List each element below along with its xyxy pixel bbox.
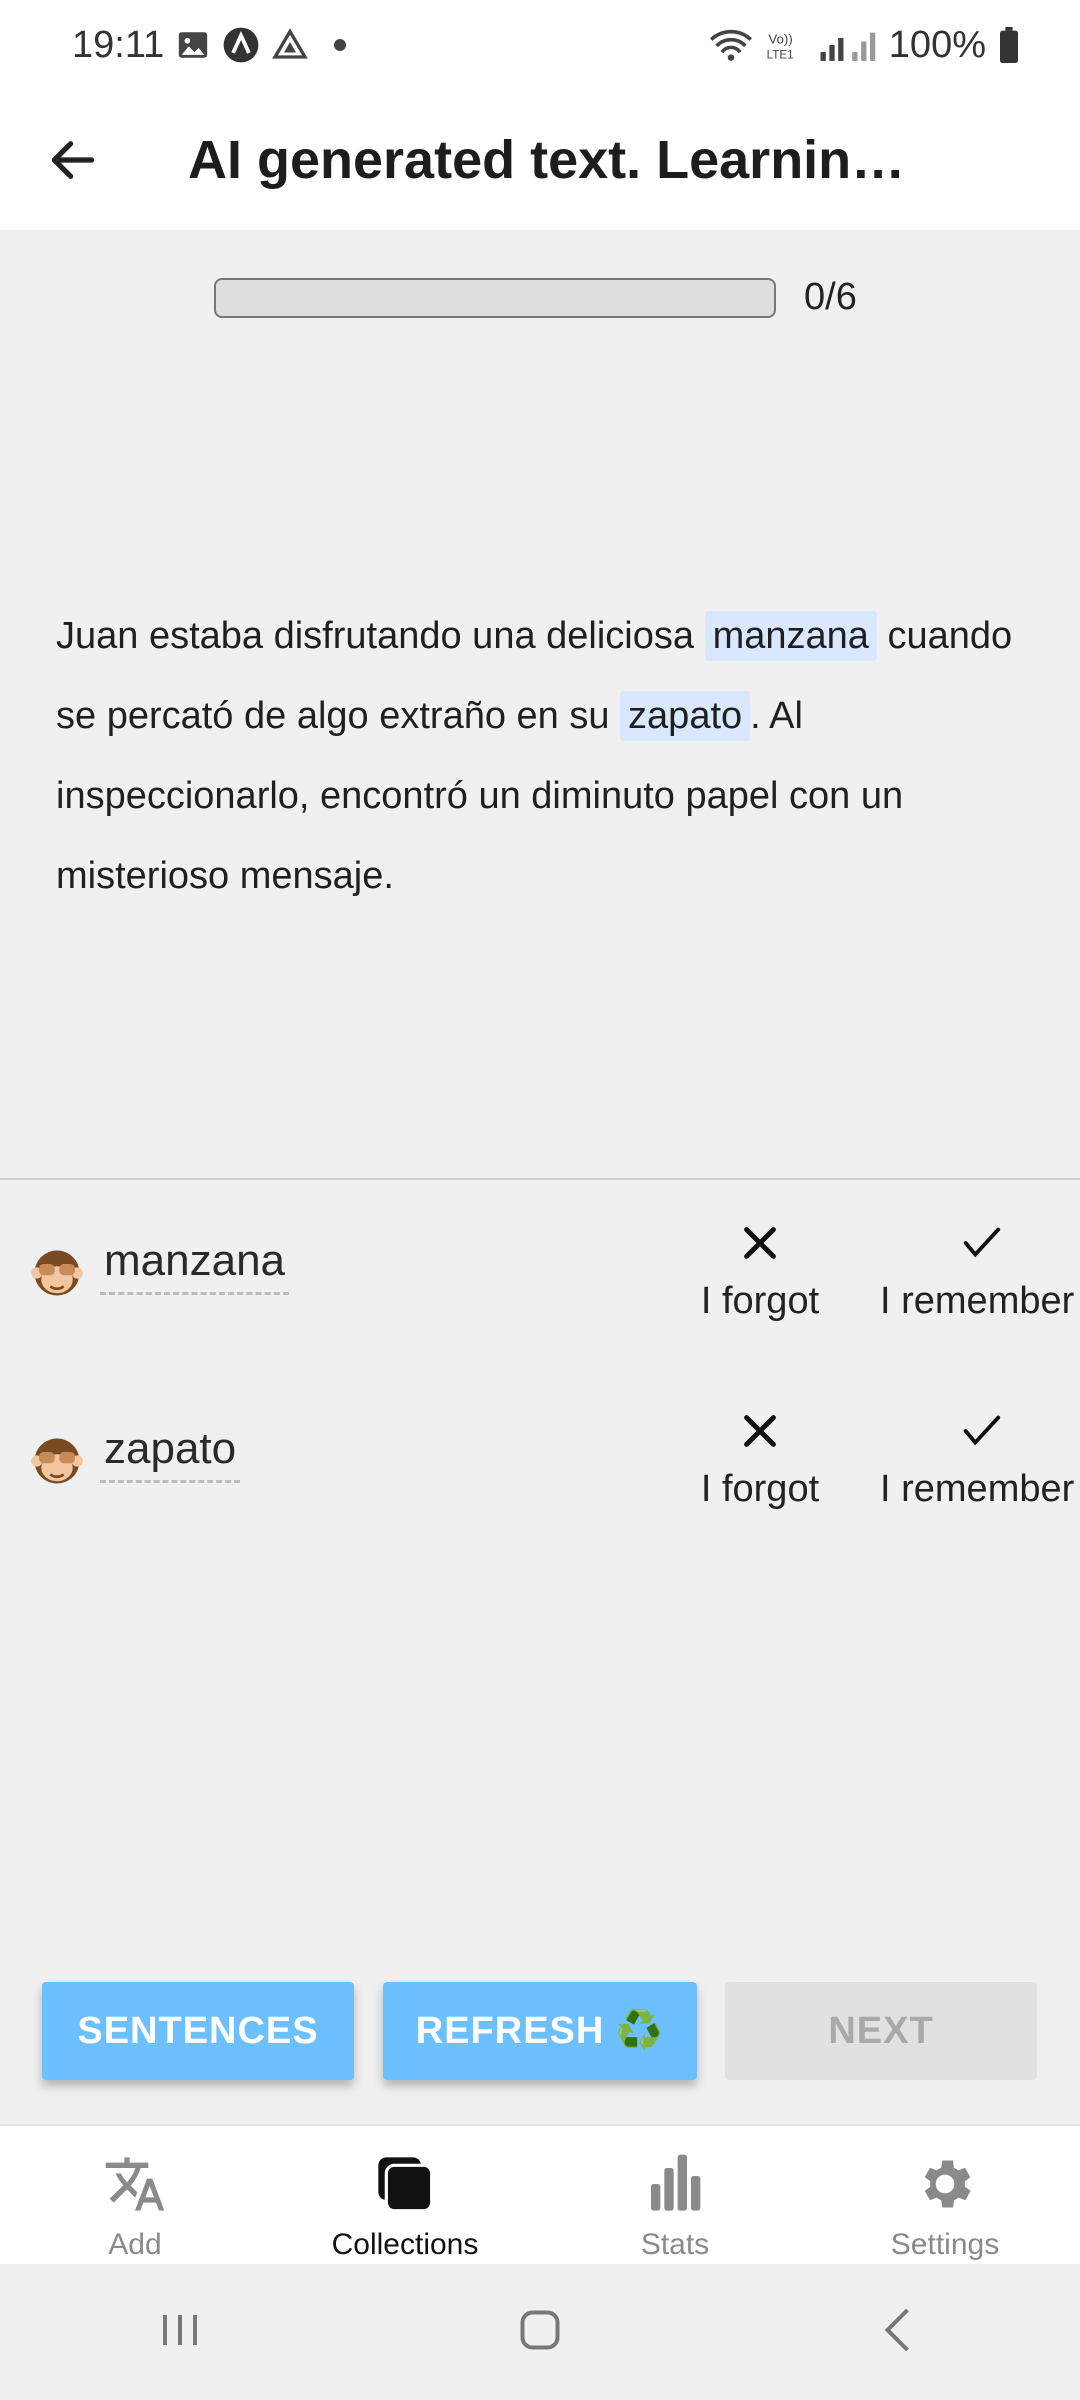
progress-row: 0/6 [214,276,857,319]
nav-label: Settings [890,2228,1000,2261]
status-time: 19:11 [72,23,165,66]
divider [0,1178,1080,1180]
nav-item-stats[interactable]: Stats [540,2126,810,2264]
forgot-label: I forgot [700,1468,820,1510]
refresh-button[interactable]: REFRESH ♻️ [383,1982,697,2080]
translate-icon [103,2148,167,2220]
word-row: manzana I forgot I remember [0,1210,1080,1360]
drive-icon [272,27,309,63]
nav-item-settings[interactable]: Settings [810,2126,1080,2264]
word-zapato[interactable]: zapato [100,1424,241,1483]
app-icon [222,26,260,64]
back-button[interactable] [28,115,118,205]
bar-chart-icon [643,2148,707,2220]
remember-button[interactable]: I remember [880,1220,1080,1323]
status-bar-right: Vo)) LTE1 100% [709,24,1020,67]
check-icon [958,1408,1080,1460]
status-bar: 19:11 Vo)) LTE1 100% [0,0,1080,90]
gear-icon [913,2148,977,2220]
home-icon[interactable] [510,2300,570,2365]
close-icon [690,1220,830,1272]
remember-label: I remember [880,1280,1075,1322]
notification-dot-icon [334,39,347,51]
progress-bar [214,277,776,318]
battery-percent: 100% [888,23,986,66]
next-button[interactable]: NEXT [725,1982,1037,2080]
word-row: zapato I forgot I remember [0,1398,1080,1548]
wifi-icon [709,27,753,63]
arrow-back-icon [51,141,95,179]
forgot-button[interactable]: I forgot [690,1220,830,1323]
signal-icon [817,27,877,63]
battery-icon [998,27,1020,63]
progress-label: 0/6 [804,276,857,318]
page-title: AI generated text. Learnin… [188,130,906,190]
svg-text:Vo)): Vo)) [768,31,792,46]
recent-apps-icon[interactable] [150,2300,210,2365]
nav-label: Stats [640,2228,710,2261]
close-icon [690,1408,830,1460]
highlighted-word[interactable]: manzana [704,611,877,661]
system-navigation-bar [0,2264,1080,2400]
word-manzana[interactable]: manzana [100,1236,290,1295]
app-bar: AI generated text. Learnin… [0,90,1080,230]
check-icon [958,1220,1080,1272]
collections-icon [373,2148,437,2220]
remember-button[interactable]: I remember [880,1408,1080,1511]
forgot-label: I forgot [700,1280,820,1322]
nav-label: Add [108,2228,162,2261]
forgot-button[interactable]: I forgot [690,1408,830,1511]
see-no-evil-monkey-icon [30,1434,84,1488]
nav-label: Collections [331,2228,479,2261]
volte-icon: Vo)) LTE1 [765,27,805,63]
story-text: Juan estaba disfrutando una deliciosa [56,615,705,657]
bottom-navigation: Add Collections Stats Settings [0,2124,1080,2264]
sentences-button[interactable]: SENTENCES [42,1982,354,2080]
highlighted-word[interactable]: zapato [620,691,751,741]
back-nav-icon[interactable] [870,2300,930,2365]
svg-text:LTE1: LTE1 [766,48,793,61]
status-bar-left: 19:11 [72,23,347,67]
gallery-icon [176,28,210,62]
remember-label: I remember [880,1468,1075,1510]
see-no-evil-monkey-icon [30,1246,84,1300]
nav-item-add[interactable]: Add [0,2126,270,2264]
story-paragraph: Juan estaba disfrutando una deliciosa ma… [56,596,1036,916]
nav-item-collections[interactable]: Collections [270,2126,540,2264]
